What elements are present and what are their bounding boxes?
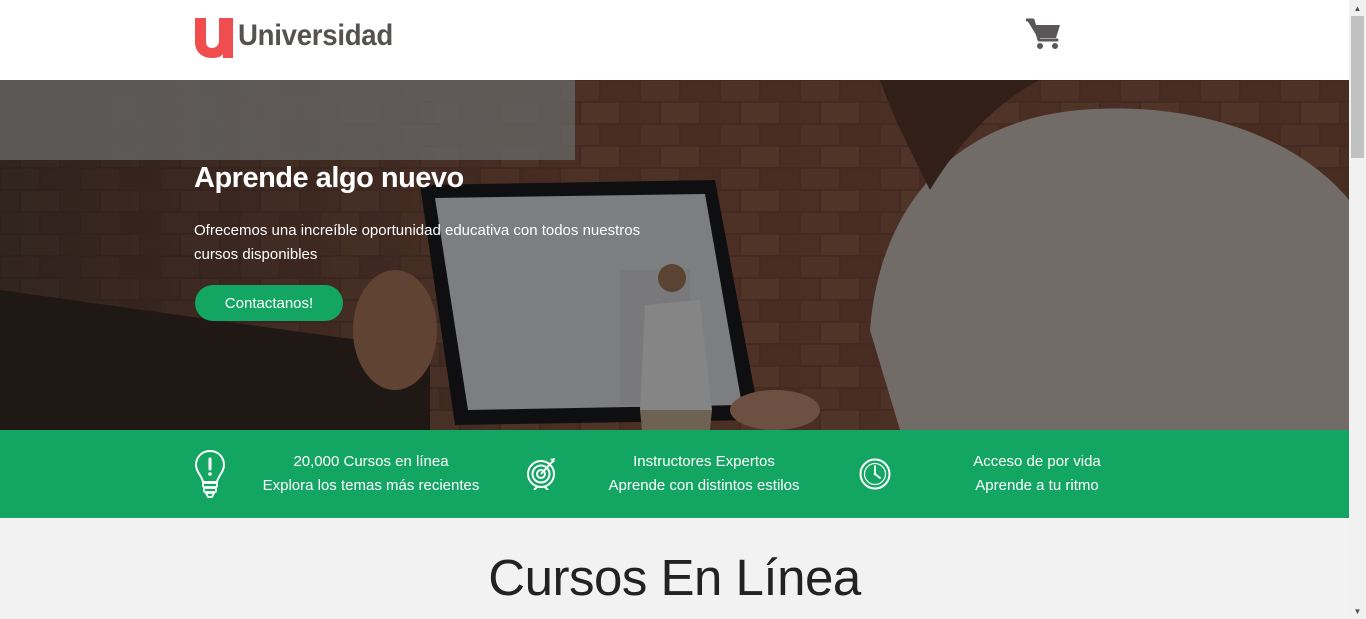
logo-u-icon — [195, 18, 233, 58]
site-header: Universidad — [0, 0, 1349, 80]
feature-subtitle: Aprende a tu ritmo — [975, 477, 1099, 494]
hero-banner: Aprende algo nuevo Ofrecemos una increíb… — [0, 80, 1349, 430]
target-icon — [527, 458, 555, 490]
hero-description: Ofrecemos una increíble oportunidad educ… — [194, 222, 641, 263]
feature-text: Acceso de por vida Aprende a tu ritmo — [926, 450, 1148, 498]
feature-instructors: Instructores Expertos Aprende con distin… — [526, 430, 826, 518]
lightbulb-icon — [194, 449, 226, 498]
feature-courses: 20,000 Cursos en línea Explora los temas… — [194, 430, 494, 518]
brand-name: Universidad — [238, 19, 393, 52]
feature-subtitle: Aprende con distintos estilos — [608, 477, 800, 494]
scrollbar-thumb[interactable] — [1351, 16, 1364, 158]
feature-title: Acceso de por vida — [973, 453, 1101, 470]
hero-title: Aprende algo nuevo — [194, 162, 464, 194]
courses-section: Cursos En Línea — [0, 518, 1349, 619]
clock-icon — [859, 458, 891, 490]
features-bar: 20,000 Cursos en línea Explora los temas… — [0, 430, 1349, 518]
shopping-cart-icon[interactable] — [1026, 18, 1062, 50]
page: Universidad Aprende algo nuevo Ofrecemos… — [0, 0, 1349, 619]
scroll-down-arrow-icon[interactable]: ▼ — [1349, 603, 1366, 619]
courses-heading: Cursos En Línea — [488, 549, 861, 606]
feature-title: Instructores Expertos — [633, 453, 775, 470]
feature-lifetime-access: Acceso de por vida Aprende a tu ritmo — [859, 430, 1159, 518]
scroll-up-arrow-icon[interactable]: ▲ — [1349, 0, 1366, 16]
contact-button[interactable]: Contactanos! — [195, 285, 343, 321]
vertical-scrollbar[interactable]: ▲ ▼ — [1349, 0, 1366, 619]
feature-title: 20,000 Cursos en línea — [293, 453, 449, 470]
feature-text: Instructores Expertos Aprende con distin… — [593, 450, 815, 498]
logo-link[interactable]: Universidad — [194, 18, 406, 58]
feature-text: 20,000 Cursos en línea Explora los temas… — [261, 450, 481, 498]
feature-subtitle: Explora los temas más recientes — [262, 477, 480, 494]
